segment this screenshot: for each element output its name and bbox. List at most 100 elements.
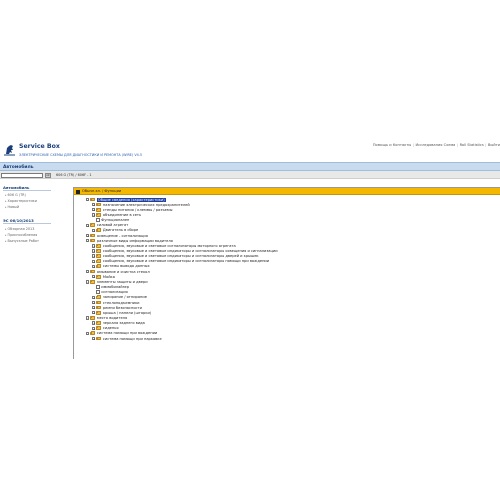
- tree-node-label[interactable]: система помощи при вождении: [97, 331, 157, 335]
- collapse-icon[interactable]: -: [86, 269, 90, 274]
- tree-node-label[interactable]: назначение электрических предохранителей: [103, 203, 190, 207]
- sidebar-item-vehicle[interactable]: 606 G (TR): [5, 193, 26, 197]
- expand-icon[interactable]: +: [92, 311, 96, 315]
- document-icon: [96, 284, 100, 290]
- folder-icon: [96, 321, 102, 325]
- top-link-roll[interactable]: Roll Statistics: [460, 143, 484, 147]
- expand-icon[interactable]: +: [86, 223, 90, 227]
- expand-icon[interactable]: +: [92, 202, 96, 207]
- section-bar-title: Автомобиль: [3, 164, 34, 170]
- folder-icon: [90, 233, 96, 238]
- tree-node-label[interactable]: объединение в сеть: [103, 213, 141, 217]
- separator: |: [485, 143, 487, 147]
- expand-icon[interactable]: +: [92, 254, 96, 258]
- sidebar-item-tools[interactable]: Приспособления: [5, 233, 38, 237]
- expand-icon[interactable]: +: [92, 321, 96, 325]
- folder-icon: [96, 300, 102, 305]
- sidebar-item-new[interactable]: Новый: [5, 205, 20, 209]
- collapse-icon[interactable]: -: [86, 331, 90, 335]
- folder-icon: [96, 264, 102, 269]
- tree-node-label[interactable]: системы вывода данных: [103, 264, 150, 268]
- folder-icon: [90, 315, 96, 320]
- tree-node-label[interactable]: сообщения, звуковые и световые индикатор…: [103, 259, 269, 263]
- folder-icon: [96, 326, 102, 331]
- tree-node-label[interactable]: ремни безопасности: [103, 306, 142, 310]
- folder-icon: [96, 207, 102, 212]
- tree-node-label[interactable]: Общие сведения (характеристики): [96, 197, 166, 202]
- expand-icon[interactable]: +: [86, 233, 90, 238]
- sidebar-item-works[interactable]: Выпускные Работ: [5, 239, 39, 243]
- collapse-icon[interactable]: -: [86, 238, 90, 243]
- folder-icon: [96, 212, 102, 217]
- section-bar: Автомобиль: [0, 162, 500, 171]
- panel-menu-icon[interactable]: [76, 189, 80, 194]
- functions-panel: Обычн.эл. / Функции - Общие сведения (хар…: [73, 187, 500, 359]
- tree-node-label[interactable]: система помощи при парковке: [103, 337, 162, 341]
- tree-node-label[interactable]: сообщения, звуковые и световые индикатор…: [103, 254, 259, 258]
- vin-search-input[interactable]: [1, 172, 43, 178]
- collapse-icon[interactable]: -: [86, 316, 90, 320]
- top-link-research[interactable]: Исследования Схема: [415, 143, 455, 147]
- tree-node-label[interactable]: стенды питания / клеммы / разъемы: [103, 208, 173, 212]
- folder-icon: [90, 279, 96, 284]
- sidebar-item-characteristics[interactable]: Характеристики: [5, 199, 37, 203]
- tree-node-label[interactable]: сиденья: [103, 326, 119, 330]
- tree-node-label[interactable]: зеркала заднего вида: [103, 321, 145, 325]
- document-icon: [96, 218, 100, 223]
- top-link-exit[interactable]: Выйти: [488, 143, 500, 147]
- tree-node-label[interactable]: различные виды информации водителя: [97, 239, 173, 243]
- tree-node-label[interactable]: стеклоподъемники: [103, 301, 140, 305]
- top-link-help[interactable]: Помощь и Контакты: [373, 143, 411, 147]
- tree-node-label[interactable]: Двигатель в сборе: [103, 228, 138, 232]
- folder-icon: [96, 295, 102, 300]
- folder-icon: [96, 243, 102, 248]
- folder-icon: [96, 259, 102, 264]
- collapse-icon[interactable]: -: [86, 280, 90, 284]
- tree-node-label[interactable]: иммобилайзер: [101, 285, 129, 289]
- expand-icon[interactable]: +: [92, 264, 96, 268]
- expand-icon[interactable]: +: [92, 249, 96, 253]
- expand-icon[interactable]: +: [92, 244, 96, 248]
- app-subtitle: ЭЛЕКТРИЧЕСКИЕ СХЕМЫ ДЛЯ ДИАГНОСТИКИ И РЕ…: [19, 153, 143, 157]
- expand-icon[interactable]: +: [92, 295, 96, 299]
- separator: |: [412, 143, 414, 147]
- panel-breadcrumb: Обычн.эл. / Функции: [82, 189, 122, 194]
- expand-icon[interactable]: +: [92, 336, 96, 341]
- search-row: ok 606 G (TR) / 606F - 1: [0, 171, 500, 179]
- divider: [3, 223, 51, 224]
- tree-node-label[interactable]: крыша / панели (шторки): [103, 311, 151, 315]
- expand-icon[interactable]: +: [92, 305, 96, 310]
- folder-icon: [96, 249, 102, 253]
- expand-icon[interactable]: +: [92, 213, 96, 217]
- folder-icon: [90, 197, 96, 202]
- tree-node[interactable]: + система помощи при парковке: [92, 336, 162, 341]
- tree-node-label[interactable]: запирание / отпирание: [103, 295, 147, 299]
- folder-icon: [96, 228, 102, 233]
- search-go-button[interactable]: ok: [45, 172, 51, 178]
- tree-node-label[interactable]: Мойка: [103, 275, 115, 279]
- folder-icon: [96, 254, 102, 258]
- divider: [3, 190, 51, 191]
- expand-icon[interactable]: +: [92, 300, 96, 304]
- expand-icon[interactable]: +: [92, 228, 96, 232]
- folder-icon: [96, 305, 102, 310]
- tree-node-label[interactable]: омывание и очистка стекол: [97, 270, 150, 274]
- tree-node-label[interactable]: сообщения, звуковые и световые сигнализа…: [103, 244, 236, 248]
- tree-node-label[interactable]: освещение - сигнализация: [97, 234, 148, 238]
- collapse-icon[interactable]: -: [86, 197, 90, 201]
- folder-icon: [96, 202, 102, 207]
- tree-node-label[interactable]: сообщения, звуковые и световые индикатор…: [103, 249, 278, 253]
- tree-node-label[interactable]: место водителя: [97, 316, 127, 320]
- tree-node-label[interactable]: элементы защиты и двери: [97, 280, 148, 284]
- app-title: Service Box: [19, 143, 60, 150]
- expand-icon[interactable]: +: [92, 259, 96, 263]
- folder-icon: [90, 331, 96, 336]
- tree-node-label[interactable]: Функционален: [101, 218, 129, 222]
- expand-icon[interactable]: +: [92, 275, 96, 279]
- top-links: Помощь и Контакты | Исследования Схема |…: [373, 143, 500, 147]
- tree-node-label[interactable]: силовой агрегат: [97, 223, 128, 227]
- expand-icon[interactable]: +: [92, 208, 96, 212]
- expand-icon[interactable]: +: [92, 326, 96, 330]
- tree-node-label[interactable]: сигнализация: [101, 290, 127, 294]
- sidebar-item-overview[interactable]: Обзорная 2013: [5, 227, 35, 231]
